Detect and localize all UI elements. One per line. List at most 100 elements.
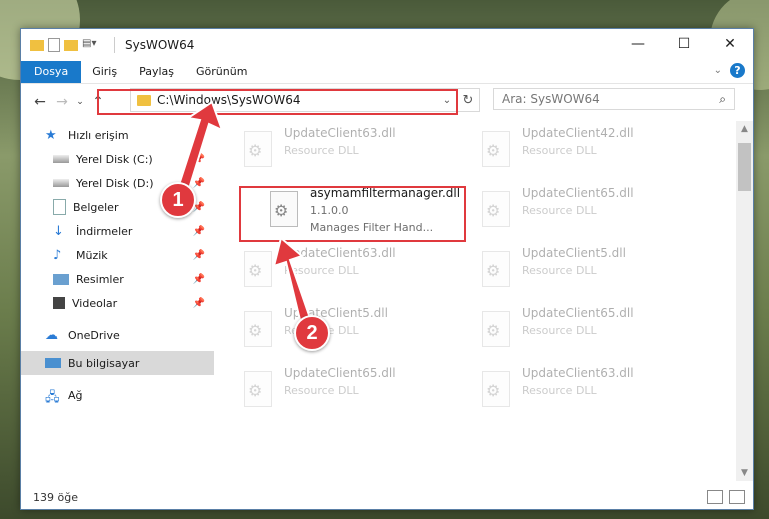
- forward-arrow-icon[interactable]: →: [51, 94, 73, 110]
- nav-item-label: Videolar: [72, 296, 118, 310]
- file-tile[interactable]: ⚙ UpdateClient65.dll Resource DLL: [236, 365, 456, 419]
- network-icon: 🖧: [45, 390, 60, 405]
- folder-icon[interactable]: [30, 39, 44, 51]
- customize-toolbar-icon[interactable]: ▤▾: [82, 38, 104, 52]
- download-icon: ↓: [53, 224, 64, 239]
- tab-view[interactable]: Görünüm: [185, 61, 258, 83]
- file-description: Resource DLL: [522, 144, 597, 157]
- help-icon[interactable]: ?: [730, 63, 745, 78]
- nav-item-label: Bu bilgisayar: [68, 356, 140, 370]
- status-bar: 139 öğe: [21, 485, 753, 509]
- pin-icon[interactable]: 📌: [193, 226, 205, 237]
- nav-item-label: Hızlı erişim: [68, 128, 129, 142]
- nav-item-label: OneDrive: [68, 328, 120, 342]
- ribbon-tabs: Dosya Giriş Paylaş Görünüm ⌄ ?: [21, 61, 753, 84]
- details-view-icon[interactable]: [707, 490, 723, 504]
- title-separator: [114, 37, 115, 53]
- title-bar: ▤▾ SysWOW64 — ☐ ✕: [21, 29, 753, 61]
- star-icon: ★: [45, 128, 57, 143]
- file-tile[interactable]: ⚙ UpdateClient42.dll Resource DLL: [474, 125, 694, 179]
- documents-icon: [53, 199, 66, 215]
- file-name: UpdateClient65.dll: [284, 366, 396, 380]
- minimize-button[interactable]: —: [615, 29, 661, 59]
- pin-icon[interactable]: 📌: [193, 178, 205, 189]
- search-placeholder: Ara: SysWOW64: [502, 92, 600, 106]
- scrollbar-thumb[interactable]: [738, 143, 751, 191]
- properties-icon[interactable]: [48, 38, 60, 52]
- new-folder-icon[interactable]: [64, 39, 78, 51]
- dll-file-icon: ⚙: [242, 131, 274, 169]
- drive-icon: [53, 179, 69, 187]
- drive-icon: [53, 155, 69, 163]
- file-tile[interactable]: ⚙ UpdateClient63.dll Resource DLL: [236, 125, 456, 179]
- large-icons-view-icon[interactable]: [729, 490, 745, 504]
- search-icon[interactable]: ⌕: [719, 92, 726, 107]
- dll-file-icon: ⚙: [242, 311, 274, 349]
- item-count: 139 öğe: [33, 490, 78, 504]
- pictures-icon: [53, 273, 69, 285]
- file-description: Resource DLL: [522, 204, 597, 217]
- dll-file-icon: ⚙: [480, 131, 512, 169]
- pin-icon[interactable]: 📌: [193, 250, 205, 261]
- back-arrow-icon[interactable]: ←: [29, 94, 51, 110]
- search-input[interactable]: Ara: SysWOW64 ⌕: [493, 88, 735, 110]
- nav-item-this-pc[interactable]: Bu bilgisayar: [21, 351, 214, 375]
- nav-item-downloads[interactable]: ↓ İndirmeler 📌: [21, 219, 214, 243]
- view-switcher: [707, 490, 745, 504]
- file-tile[interactable]: ⚙ UpdateClient5.dllResource DLL: [474, 245, 694, 299]
- navigation-pane: ★ Hızlı erişim Yerel Disk (C:) 📌 Yerel D…: [21, 121, 214, 471]
- nav-item-label: Müzik: [76, 248, 108, 262]
- file-tile[interactable]: ⚙ UpdateClient63.dll Resource DLL: [236, 245, 456, 299]
- pin-icon[interactable]: 📌: [193, 154, 205, 165]
- nav-item-label: İndirmeler: [76, 224, 133, 238]
- file-name: UpdateClient63.dll: [284, 126, 396, 140]
- scroll-up-icon[interactable]: ▲: [736, 124, 753, 134]
- expand-ribbon-icon[interactable]: ⌄: [714, 65, 722, 76]
- pin-icon[interactable]: 📌: [193, 298, 205, 309]
- vertical-scrollbar[interactable]: ▲ ▼: [736, 121, 753, 481]
- file-name: UpdateClient42.dll: [522, 126, 634, 140]
- file-name: UpdateClient63.dll: [522, 366, 634, 380]
- pin-icon[interactable]: 📌: [193, 274, 205, 285]
- file-tile[interactable]: ⚙ UpdateClient65.dll Resource DLL: [474, 305, 694, 359]
- file-name: UpdateClient5.dll: [522, 246, 626, 260]
- nav-item-quick-access[interactable]: ★ Hızlı erişim: [21, 123, 214, 147]
- step-1-badge: 1: [160, 182, 196, 218]
- file-name: UpdateClient65.dll: [522, 306, 634, 320]
- close-button[interactable]: ✕: [707, 29, 753, 59]
- nav-item-label: Ağ: [68, 388, 83, 402]
- file-name: UpdateClient65.dll: [522, 186, 634, 200]
- recent-locations-icon[interactable]: ⌄: [73, 97, 87, 107]
- music-icon: ♪: [53, 248, 62, 263]
- dll-file-icon: ⚙: [480, 251, 512, 289]
- refresh-button[interactable]: ↻: [456, 89, 479, 111]
- nav-item-label: Resimler: [76, 272, 124, 286]
- dll-file-icon: ⚙: [480, 311, 512, 349]
- file-description: Resource DLL: [284, 384, 359, 397]
- computer-icon: [45, 358, 61, 368]
- cloud-icon: ☁: [45, 328, 58, 343]
- window-title: SysWOW64: [125, 38, 195, 52]
- file-tile[interactable]: ⚙ UpdateClient65.dll Resource DLL: [474, 185, 694, 239]
- tab-home[interactable]: Giriş: [81, 61, 128, 83]
- nav-item-network[interactable]: 🖧 Ağ: [21, 383, 214, 407]
- dll-file-icon: ⚙: [242, 371, 274, 409]
- nav-item-onedrive[interactable]: ☁ OneDrive: [21, 323, 214, 347]
- file-tile[interactable]: ⚙ UpdateClient63.dll Resource DLL: [474, 365, 694, 419]
- nav-item-music[interactable]: ♪ Müzik 📌: [21, 243, 214, 267]
- file-description: Resource DLL: [284, 264, 359, 277]
- nav-item-pictures[interactable]: Resimler 📌: [21, 267, 214, 291]
- address-bar-highlight: [97, 89, 458, 115]
- scroll-down-icon[interactable]: ▼: [736, 468, 753, 478]
- nav-item-videos[interactable]: Videolar 📌: [21, 291, 214, 315]
- file-highlight: [239, 186, 466, 242]
- tab-file[interactable]: Dosya: [21, 61, 82, 83]
- dll-file-icon: ⚙: [242, 251, 274, 289]
- file-list: ⚙ UpdateClient63.dll Resource DLL ⚙ Updat…: [234, 121, 734, 471]
- maximize-button[interactable]: ☐: [661, 29, 707, 59]
- nav-item-disk-c[interactable]: Yerel Disk (C:) 📌: [21, 147, 214, 171]
- file-description: Resource DLL: [522, 324, 597, 337]
- tab-share[interactable]: Paylaş: [128, 61, 185, 83]
- dll-file-icon: ⚙: [480, 191, 512, 229]
- file-tile[interactable]: ⚙ UpdateClient5.dllResource DLL: [236, 305, 456, 359]
